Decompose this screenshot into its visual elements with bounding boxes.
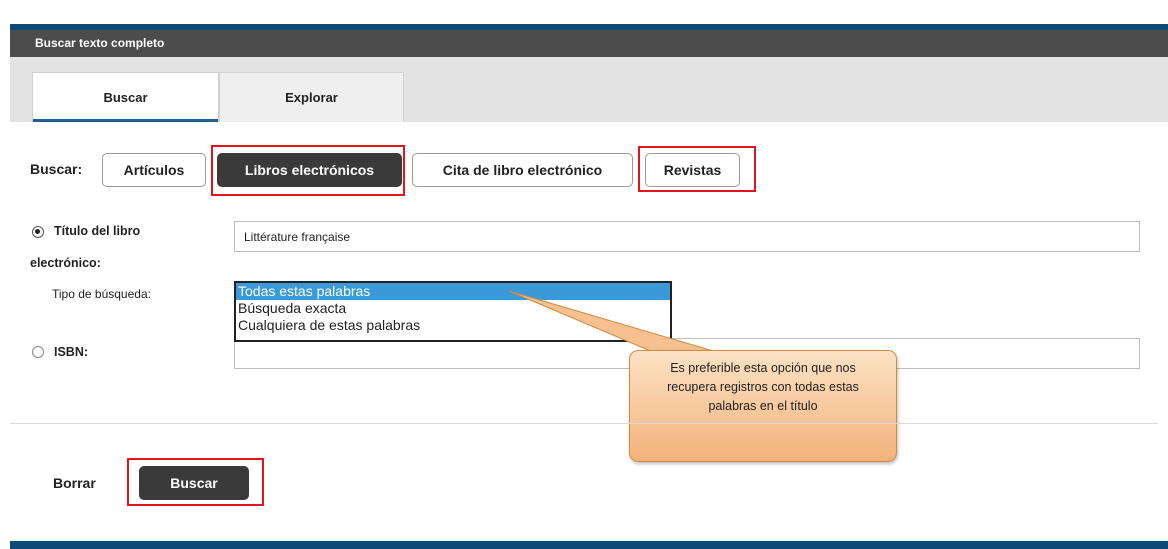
callout-text: Es preferible esta opción que nos recupe… bbox=[667, 361, 859, 413]
bottom-accent-bar bbox=[10, 541, 1168, 549]
title-radio[interactable] bbox=[32, 226, 44, 238]
clear-button[interactable]: Borrar bbox=[53, 475, 96, 491]
search-mode-listbox[interactable]: Todas estas palabras Búsqueda exacta Cua… bbox=[234, 281, 672, 342]
search-mode-option[interactable]: Todas estas palabras bbox=[236, 283, 670, 300]
isbn-radio[interactable] bbox=[32, 346, 44, 358]
revistas-button[interactable]: Revistas bbox=[645, 153, 740, 187]
search-button[interactable]: Buscar bbox=[139, 466, 249, 500]
isbn-label: ISBN: bbox=[54, 345, 89, 359]
form-divider bbox=[10, 423, 1158, 424]
title-field-label-line2: electrónico: bbox=[30, 256, 101, 270]
tab-explorar[interactable]: Explorar bbox=[219, 72, 404, 122]
title-field-label-line1: Título del libro bbox=[54, 224, 141, 238]
libros-electronicos-button[interactable]: Libros electrónicos bbox=[217, 153, 402, 187]
search-mode-option[interactable]: Cualquiera de estas palabras bbox=[236, 317, 670, 334]
search-mode-option[interactable]: Búsqueda exacta bbox=[236, 300, 670, 317]
search-type-label: Buscar: bbox=[30, 161, 83, 177]
cita-libro-electronico-button[interactable]: Cita de libro electrónico bbox=[412, 153, 633, 187]
title-input[interactable]: Littérature française bbox=[234, 221, 1140, 252]
callout-note: Es preferible esta opción que nos recupe… bbox=[629, 350, 897, 462]
articulos-button[interactable]: Artículos bbox=[102, 153, 206, 187]
tab-bar: Buscar Explorar bbox=[10, 57, 1168, 122]
panel-title: Buscar texto completo bbox=[10, 30, 1168, 57]
tab-buscar[interactable]: Buscar bbox=[32, 72, 219, 122]
search-mode-label: Tipo de búsqueda: bbox=[52, 287, 151, 301]
